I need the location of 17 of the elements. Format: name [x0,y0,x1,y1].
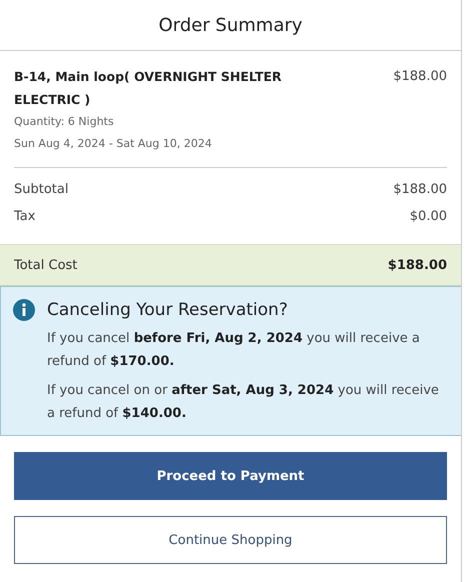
summary-value: $188.00 [393,182,447,197]
notice-title: Canceling Your Reservation? [47,300,289,320]
item-quantity: Quantity: 6 Nights [14,114,115,130]
total-value: $188.00 [388,258,447,272]
summary-label: Subtotal [14,182,68,197]
summary-label: Tax [14,209,36,224]
info-icon [13,299,35,321]
continue-button[interactable]: Continue Shopping [14,516,447,564]
total-label: Total Cost [14,258,78,272]
summary-value: $0.00 [410,209,447,224]
item-dates: Sun Aug 4, 2024 - Sat Aug 10, 2024 [14,136,213,152]
panel-title: Order Summary [0,0,461,51]
refund-text: If you cancel before Fri, Aug 2, 2024 you will receive a refund of $170.00. [47,330,421,371]
item-name: B-14, Main loop( OVERNIGHT SHELTER ELECTRIC ) [14,68,283,109]
item-price: $188.00 [393,68,447,86]
refund-text: If you cancel on or after Sat, Aug 3, 2024 you will receive a refund of $140.00. [47,382,440,423]
proceed-button[interactable]: Proceed to Payment [14,452,447,500]
